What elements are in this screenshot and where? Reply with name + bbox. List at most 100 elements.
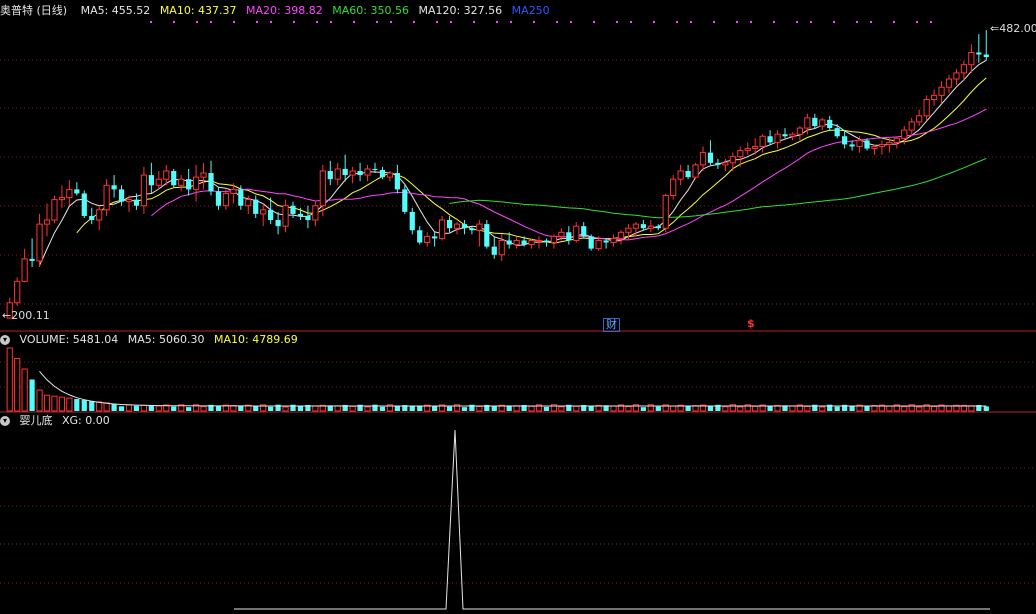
- volume-bar: [140, 404, 148, 412]
- event-dot: [533, 21, 535, 23]
- candle-body: [357, 170, 363, 176]
- candle-body: [319, 170, 326, 207]
- candle-body: [81, 193, 87, 216]
- candle-body: [417, 230, 423, 243]
- candle-body: [394, 173, 400, 190]
- candle-body: [782, 134, 788, 137]
- event-dot: [796, 21, 798, 23]
- event-dot: [870, 21, 872, 23]
- candle-body: [96, 209, 103, 221]
- volume-bar: [901, 406, 908, 412]
- candle-body: [469, 228, 475, 231]
- candle-body: [699, 152, 707, 166]
- volume-bar: [6, 347, 13, 412]
- event-dot: [893, 21, 895, 23]
- candle-body: [856, 139, 863, 147]
- event-dot: [473, 21, 475, 23]
- stock-chart[interactable]: [0, 0, 1036, 614]
- dividend-marker[interactable]: $: [745, 318, 757, 330]
- high-price-value: 482.00: [999, 22, 1036, 35]
- candle-body: [379, 169, 386, 178]
- volume-bar: [930, 405, 938, 412]
- ma60-label: MA60: 350.56: [332, 4, 409, 17]
- ma10-line: [76, 77, 987, 244]
- volume-bar: [297, 406, 304, 411]
- candle-body: [610, 237, 617, 244]
- candle-body: [677, 170, 684, 180]
- candle-body: [640, 224, 646, 229]
- volume-bar: [767, 405, 773, 411]
- volume-bar: [491, 405, 497, 411]
- volume-bar: [968, 405, 975, 412]
- volume-bar: [737, 406, 744, 412]
- volume-bar: [118, 406, 125, 411]
- volume-panel-header: ▾ VOLUME: 5481.04 MA5: 5060.30 MA10: 478…: [0, 333, 304, 347]
- volume-bar: [834, 406, 840, 411]
- event-dot: [510, 21, 512, 23]
- candle-body: [976, 52, 982, 55]
- event-dot: [233, 21, 235, 23]
- candle-body: [409, 211, 415, 231]
- volume-bar: [945, 405, 953, 412]
- event-dot: [196, 21, 198, 23]
- candle-body: [453, 223, 461, 229]
- volume-bar: [670, 405, 677, 412]
- ma20-label: MA20: 398.82: [246, 4, 323, 17]
- event-dot: [930, 21, 932, 23]
- event-dot: [630, 21, 632, 23]
- volume-bar: [51, 395, 58, 412]
- candle-body: [498, 239, 505, 256]
- candle-body: [282, 205, 289, 227]
- candle-body: [140, 174, 148, 207]
- volume-bar: [707, 406, 714, 411]
- candle-body: [14, 280, 21, 304]
- volume-bar: [29, 379, 35, 411]
- volume-bar: [125, 404, 133, 412]
- candle-body: [163, 170, 170, 180]
- candle-body: [573, 225, 580, 241]
- stock-title[interactable]: 奥普特 (日线): [0, 4, 67, 17]
- candle-body: [305, 215, 311, 221]
- candle-body: [178, 178, 185, 186]
- candle-body: [744, 148, 751, 152]
- candle-body: [476, 223, 483, 231]
- low-arrow-icon: ←: [2, 309, 12, 322]
- candle-body: [752, 145, 759, 150]
- financial-report-marker[interactable]: 财: [603, 318, 620, 332]
- volume-bar: [103, 402, 110, 412]
- candle-body: [215, 191, 222, 206]
- event-dot: [750, 21, 752, 23]
- candle-body: [632, 223, 640, 229]
- candle-body: [484, 224, 490, 247]
- volume-bar: [394, 406, 400, 411]
- event-dot: [436, 21, 438, 23]
- volume-bar: [558, 406, 565, 412]
- candle-body: [43, 219, 51, 225]
- volume-bar: [752, 405, 759, 412]
- candle-body: [774, 133, 781, 143]
- volume-bar: [96, 401, 103, 412]
- volume-bar: [200, 406, 207, 412]
- volume-ma5-label: MA5: 5060.30: [127, 333, 205, 346]
- volume-bar: [722, 406, 729, 412]
- indicator-xg-line: [234, 429, 990, 610]
- candle-body: [893, 137, 900, 143]
- volume-bar: [215, 406, 222, 411]
- volume-bar: [573, 405, 580, 412]
- candle-body: [36, 223, 43, 262]
- candle-body: [155, 178, 162, 186]
- candle-body: [148, 175, 154, 186]
- indicator-panel-header: ▾ 婴儿底 XG: 0.00: [0, 414, 116, 428]
- volume-panel-toggle-icon[interactable]: ▾: [0, 335, 10, 345]
- event-dot: [450, 21, 452, 23]
- candle-body: [916, 115, 923, 123]
- candle-body: [670, 178, 677, 197]
- indicator-panel-toggle-icon[interactable]: ▾: [0, 416, 10, 426]
- candle-body: [759, 135, 766, 147]
- volume-bar: [21, 368, 28, 412]
- candle-body: [558, 231, 565, 237]
- candle-body: [595, 239, 602, 250]
- event-dot: [376, 21, 378, 23]
- candle-body: [386, 172, 394, 178]
- candle-body: [171, 170, 177, 186]
